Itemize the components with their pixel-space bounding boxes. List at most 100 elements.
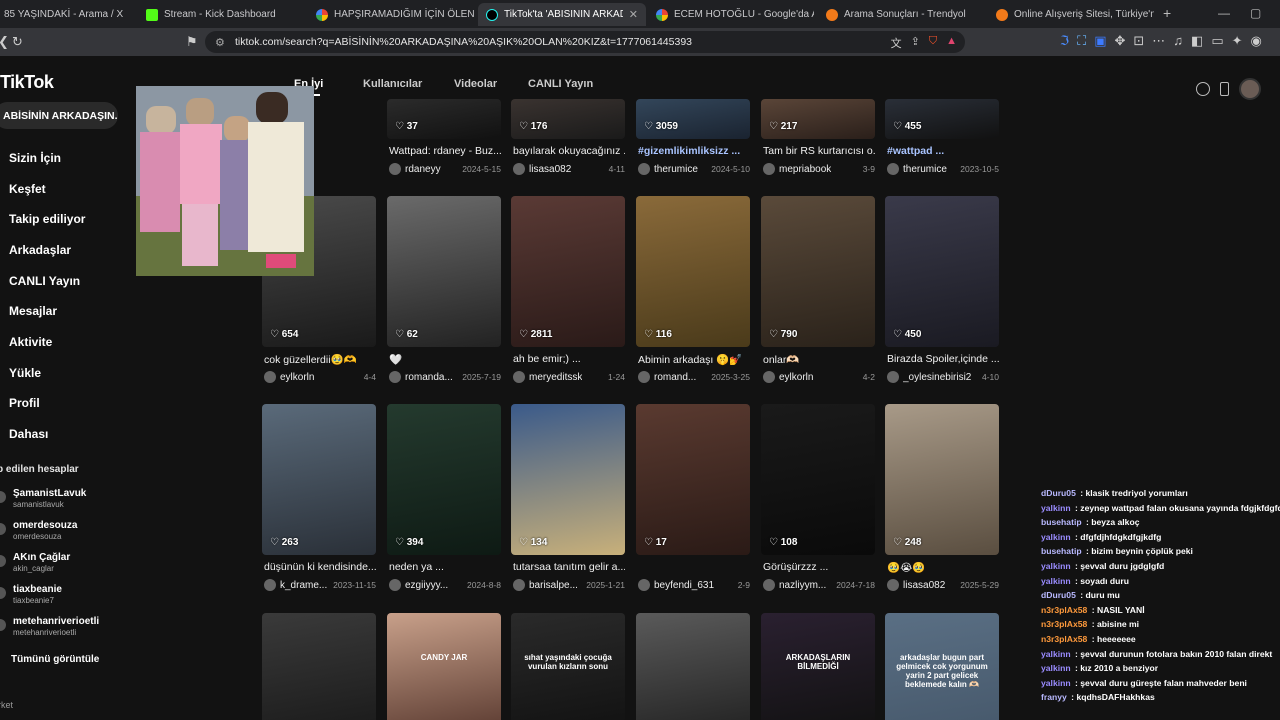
video-author[interactable]: eylkorln	[280, 372, 314, 383]
video-caption[interactable]: Abimin arkadaşı 🤫💅	[638, 353, 750, 366]
nav-item-messages[interactable]: Mesajlar	[9, 304, 57, 318]
browser-tab[interactable]: Online Alışveriş Sitesi, Türkiye'nin Te	[988, 3, 1154, 26]
video-caption[interactable]: cok güzellerdii🥹🫶	[264, 353, 376, 366]
browser-tab-active[interactable]: TikTok'ta 'ABİSİNİN ARKADAŞIN ✕	[478, 3, 646, 26]
nav-item-more[interactable]: Dahası	[9, 427, 48, 441]
maximize-icon[interactable]: ▢	[1250, 6, 1261, 20]
video-caption[interactable]: onlar🫶🏻	[763, 353, 875, 366]
video-author[interactable]: meryeditssk	[529, 372, 582, 383]
extension-icon[interactable]: ▣	[1094, 33, 1106, 49]
nav-item-compass[interactable]: Keşfet	[9, 182, 46, 196]
avatar[interactable]	[763, 371, 775, 383]
nav-item-profile[interactable]: Profil	[9, 396, 40, 410]
video-caption[interactable]: tutarsaa tanıtım gelir a...	[513, 561, 625, 573]
close-icon[interactable]: ✕	[629, 8, 638, 21]
search-query-pill[interactable]: ABİSİNİN ARKADAŞIN...	[0, 102, 118, 129]
video-thumbnail[interactable]: ♡ 108	[761, 404, 875, 555]
profile-icon[interactable]: ◉	[1251, 33, 1262, 49]
video-thumbnail[interactable]: ♡ 3059	[636, 99, 750, 139]
tab-live[interactable]: CANLI Yayın	[528, 78, 593, 90]
video-caption[interactable]: neden ya ...	[389, 561, 501, 573]
picture-in-picture-overlay[interactable]	[136, 86, 314, 276]
video-thumbnail[interactable]: ♡ 2811	[511, 196, 625, 347]
nav-item-friends[interactable]: Arkadaşlar	[9, 243, 71, 257]
video-author[interactable]: k_drame...	[280, 580, 327, 591]
wallet-icon[interactable]: ▭	[1211, 33, 1223, 49]
video-author[interactable]: lisasa082	[903, 580, 945, 591]
video-thumbnail[interactable]: ♡ 116	[636, 196, 750, 347]
avatar[interactable]	[264, 371, 276, 383]
video-thumbnail[interactable]: ♡ 62	[387, 196, 501, 347]
avatar[interactable]	[638, 371, 650, 383]
video-author[interactable]: _oylesinebirisi2	[903, 372, 971, 383]
avatar[interactable]	[638, 579, 650, 591]
brave-shield-icon[interactable]: ⛉	[929, 35, 937, 51]
reload-icon[interactable]: ↻	[12, 34, 23, 50]
video-thumbnail[interactable]: ♡ 176	[511, 99, 625, 139]
video-thumbnail[interactable]	[262, 613, 376, 720]
video-author[interactable]: mepriabook	[779, 164, 831, 175]
avatar[interactable]	[887, 371, 899, 383]
video-caption[interactable]: Wattpad: rdaney - Buz...	[389, 145, 501, 157]
browser-tab[interactable]: ECEM HOTOĞLU - Google'da Ara	[648, 3, 814, 26]
tiktok-logo[interactable]: TikTok	[0, 72, 54, 93]
sidebar-toggle-icon[interactable]: ◧	[1191, 33, 1203, 49]
video-author[interactable]: rdaneyy	[405, 164, 441, 175]
avatar[interactable]	[264, 579, 276, 591]
browser-tab[interactable]: Stream - Kick Dashboard	[138, 3, 304, 26]
device-icon[interactable]	[1220, 82, 1229, 96]
avatar[interactable]	[763, 163, 775, 175]
video-caption[interactable]: 🥹😭🥹	[887, 561, 999, 574]
back-icon[interactable]: ❮	[0, 34, 9, 50]
nav-item-live[interactable]: CANLI Yayın	[9, 274, 80, 288]
video-author[interactable]: romand...	[654, 372, 696, 383]
video-caption[interactable]: bayılarak okuyacağınız ...	[513, 145, 625, 157]
extension-icon[interactable]: ⋯	[1152, 33, 1165, 49]
video-thumbnail[interactable]: ♡ 134	[511, 404, 625, 555]
nav-item-upload[interactable]: Yükle	[9, 366, 41, 380]
video-thumbnail[interactable]	[636, 613, 750, 720]
video-author[interactable]: barisalpe...	[529, 580, 578, 591]
see-all-link[interactable]: Tümünü görüntüle	[11, 654, 99, 665]
video-thumbnail[interactable]: arkadaşlar bugun part gelmicek cok yorgu…	[885, 613, 999, 720]
avatar[interactable]	[513, 371, 525, 383]
coins-icon[interactable]	[1196, 82, 1210, 96]
video-author[interactable]: romanda...	[405, 372, 453, 383]
avatar[interactable]	[389, 371, 401, 383]
leo-icon[interactable]: ✦	[1232, 33, 1243, 49]
video-thumbnail[interactable]: ♡ 394	[387, 404, 501, 555]
nav-item-following[interactable]: Takip ediliyor	[9, 212, 85, 226]
puzzle-icon[interactable]: ✥	[1114, 33, 1125, 49]
video-thumbnail[interactable]: ♡ 263	[262, 404, 376, 555]
nav-item-activity[interactable]: Aktivite	[9, 335, 52, 349]
avatar[interactable]	[389, 163, 401, 175]
avatar[interactable]	[887, 163, 899, 175]
video-thumbnail[interactable]: ARKADAŞLARIN BİLMEDİĞİ	[761, 613, 875, 720]
video-author[interactable]: ezgiiyyy...	[405, 580, 448, 591]
video-caption[interactable]: düşünün ki kendisinde...	[264, 561, 376, 573]
video-caption[interactable]: #wattpad ...	[887, 145, 999, 157]
video-author[interactable]: beyfendi_631	[654, 580, 714, 591]
browser-tab[interactable]: 85 YAŞINDAKİ - Arama / X	[0, 3, 128, 26]
video-caption[interactable]: Tam bir RS kurtarıcısı o...	[763, 145, 875, 157]
video-author[interactable]: lisasa082	[529, 164, 571, 175]
translate-icon[interactable]: 文	[891, 35, 902, 51]
avatar[interactable]	[513, 579, 525, 591]
video-caption[interactable]: 🤍	[389, 353, 501, 366]
avatar[interactable]	[638, 163, 650, 175]
footer-text[interactable]: rket	[0, 700, 13, 710]
video-thumbnail[interactable]: ♡ 455	[885, 99, 999, 139]
avatar[interactable]	[389, 579, 401, 591]
video-thumbnail[interactable]: CANDY JAR	[387, 613, 501, 720]
video-thumbnail[interactable]: ♡ 248	[885, 404, 999, 555]
video-thumbnail[interactable]: sıhat yaşındaki çocuğa vurulan kızların …	[511, 613, 625, 720]
share-icon[interactable]: ⇪	[911, 35, 920, 51]
video-thumbnail[interactable]: ♡ 17	[636, 404, 750, 555]
address-bar[interactable]: ⚙ tiktok.com/search?q=ABİSİNİN%20ARKADAŞ…	[205, 31, 965, 53]
tab-videos[interactable]: Videolar	[454, 78, 497, 90]
video-thumbnail[interactable]: ♡ 217	[761, 99, 875, 139]
new-tab-button[interactable]: +	[1163, 5, 1171, 21]
minimize-icon[interactable]: —	[1218, 6, 1230, 20]
browser-tab[interactable]: Arama Sonuçları - Trendyol	[818, 3, 984, 26]
video-author[interactable]: eylkorln	[779, 372, 813, 383]
